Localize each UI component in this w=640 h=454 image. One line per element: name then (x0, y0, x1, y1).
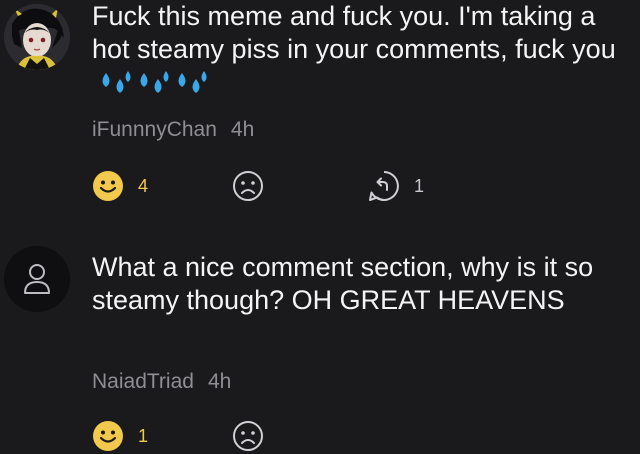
sweat-droplets-icon (100, 70, 210, 103)
username[interactable]: iFunnnyChan (92, 118, 217, 141)
comment-text-content: What a nice comment section, why is it s… (92, 252, 594, 315)
smile-icon (93, 171, 123, 201)
reply-button[interactable]: 1 (366, 168, 424, 204)
unsmile-button[interactable] (230, 168, 266, 204)
comment-meta: iFunnnyChan 4h (92, 118, 254, 142)
smile-icon (93, 421, 123, 451)
smile-count: 4 (138, 175, 149, 196)
comment-item: Fuck this meme and fuck you. I'm taking … (0, 0, 640, 230)
sad-face-icon (233, 171, 263, 201)
sad-face-icon (233, 421, 263, 451)
default-avatar-icon (4, 246, 70, 312)
timestamp: 4h (230, 118, 255, 141)
comment-text: Fuck this meme and fuck you. I'm taking … (92, 0, 640, 103)
comment-text-content: Fuck this meme and fuck you. I'm taking … (92, 1, 616, 64)
comment-text: What a nice comment section, why is it s… (92, 251, 640, 317)
avatar-image (4, 4, 70, 70)
username[interactable]: NaiadTriad (92, 370, 194, 393)
smile-count: 1 (138, 425, 149, 446)
avatar[interactable] (4, 246, 70, 312)
reply-icon (369, 171, 399, 201)
avatar[interactable] (4, 4, 70, 70)
timestamp: 4h (207, 370, 232, 393)
reply-count: 1 (414, 175, 425, 196)
comment-item: What a nice comment section, why is it s… (0, 240, 640, 453)
smile-button[interactable]: 1 (90, 418, 148, 454)
comment-meta: NaiadTriad 4h (92, 370, 231, 394)
unsmile-button[interactable] (230, 418, 266, 454)
smile-button[interactable]: 4 (90, 168, 148, 204)
